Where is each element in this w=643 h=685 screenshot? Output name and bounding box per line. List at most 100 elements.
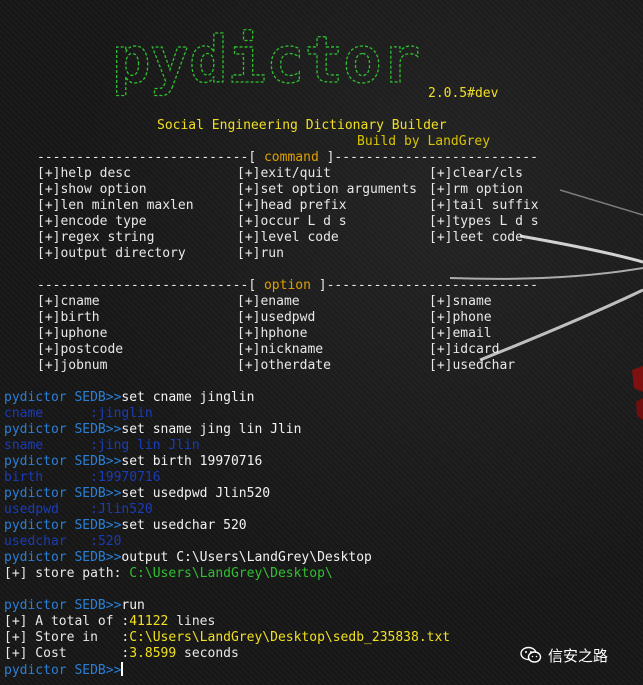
option-item: [+]usedchar xyxy=(429,358,516,373)
echo-value: jing lin Jlin xyxy=(97,438,200,453)
rule-right: ]--------------------------- xyxy=(310,278,538,293)
option-item: [+]uphone xyxy=(37,326,108,341)
total-value: 41122 xyxy=(129,614,169,629)
command-line: pydictor SEDB>>run xyxy=(4,598,145,614)
cost-label: [+] Cost : xyxy=(4,646,130,661)
option-section-header: ---------------------------[ option ]---… xyxy=(37,278,538,294)
command-line: pydictor SEDB>>set cname jinglin xyxy=(4,390,254,406)
store-path-value: C:\Users\LandGrey\Desktop\ xyxy=(129,566,333,581)
store-in-label: [+] Store in : xyxy=(4,630,130,645)
store-path-label: [+] store path: xyxy=(4,566,130,581)
echo-sep: : xyxy=(43,438,98,453)
command-line: pydictor SEDB>>set sname jing lin Jlin xyxy=(4,422,301,438)
banner-author: Build by LandGrey xyxy=(357,134,491,149)
echo-value: Jlin520 xyxy=(97,502,153,517)
command-item: [+]encode type xyxy=(37,214,147,229)
command-item: [+]output directory xyxy=(37,246,186,261)
echo-sep: : xyxy=(66,534,98,549)
command-item: [+]show option xyxy=(37,182,147,197)
command-line: pydictor SEDB>>set birth 19970716 xyxy=(4,454,262,470)
cost-unit: seconds xyxy=(176,646,239,661)
option-item: [+]cname xyxy=(37,294,100,309)
command-text: run xyxy=(121,598,145,613)
prompt: pydictor SEDB>> xyxy=(4,518,122,533)
prompt: pydictor SEDB>> xyxy=(4,454,122,469)
cost-value: 3.8599 xyxy=(129,646,177,661)
command-item: [+]head prefix xyxy=(237,198,347,213)
text-cursor xyxy=(121,662,124,676)
prompt: pydictor SEDB>> xyxy=(4,390,122,405)
command-text: set birth 19970716 xyxy=(121,454,263,469)
prompt: pydictor SEDB>> xyxy=(4,550,122,565)
store-in-value: C:\Users\LandGrey\Desktop\sedb_235838.tx… xyxy=(129,630,451,645)
echo-sep: : xyxy=(43,470,98,485)
option-item: [+]hphone xyxy=(237,326,308,341)
cost-line: [+] Cost :3.8599 seconds xyxy=(4,646,239,662)
echo-line: usedpwd :Jlin520 xyxy=(4,502,153,518)
command-item: [+]len minlen maxlen xyxy=(37,198,194,213)
echo-line: usedchar :520 xyxy=(4,534,121,550)
option-item: [+]ename xyxy=(237,294,300,309)
echo-line: cname :jinglin xyxy=(4,406,153,422)
echo-key: usedpwd xyxy=(4,502,59,517)
command-item: [+]tail suffix xyxy=(429,198,539,213)
command-header-label: command xyxy=(263,150,319,165)
command-text: set sname jing lin Jlin xyxy=(121,422,302,437)
command-item: [+]level code xyxy=(237,230,339,245)
command-line: pydictor SEDB>>set usedpwd Jlin520 xyxy=(4,486,270,502)
command-line: pydictor SEDB>>set usedchar 520 xyxy=(4,518,247,534)
command-item: [+]exit/quit xyxy=(237,166,331,181)
echo-line: birth :19970716 xyxy=(4,470,161,486)
watermark: 信安之路 xyxy=(520,643,608,667)
command-text: set usedchar 520 xyxy=(121,518,247,533)
total-label: [+] A total of : xyxy=(4,614,130,629)
echo-key: usedchar xyxy=(4,534,67,549)
option-item: [+]jobnum xyxy=(37,358,108,373)
option-item: [+]sname xyxy=(429,294,492,309)
terminal-window[interactable]: pydictor 2.0.5#dev Social Engineering Di… xyxy=(0,0,643,685)
prompt: pydictor SEDB>> xyxy=(4,598,122,613)
command-section-header: ---------------------------[ command ]--… xyxy=(37,150,538,166)
echo-sep: : xyxy=(58,502,98,517)
prompt: pydictor SEDB>> xyxy=(4,486,122,501)
command-text: set usedpwd Jlin520 xyxy=(121,486,271,501)
echo-key: sname xyxy=(4,438,44,453)
command-item: [+]regex string xyxy=(37,230,155,245)
option-item: [+]nickname xyxy=(237,342,324,357)
command-item: [+]help desc xyxy=(37,166,131,181)
echo-value: jinglin xyxy=(97,406,153,421)
command-text: output C:\Users\LandGrey\Desktop xyxy=(121,550,372,565)
total-unit: lines xyxy=(168,614,216,629)
echo-key: cname xyxy=(4,406,44,421)
wechat-icon xyxy=(520,646,542,663)
option-header-label: option xyxy=(263,278,311,293)
active-prompt-line[interactable]: pydictor SEDB>> xyxy=(4,662,124,679)
rule-left: ---------------------------[ xyxy=(37,278,264,293)
command-item: [+]rm option xyxy=(429,182,523,197)
command-line: pydictor SEDB>>output C:\Users\LandGrey\… xyxy=(4,550,372,566)
option-item: [+]otherdate xyxy=(237,358,331,373)
option-item: [+]usedpwd xyxy=(237,310,316,325)
banner-title: Social Engineering Dictionary Builder xyxy=(157,118,447,133)
echo-line: sname :jing lin Jlin xyxy=(4,438,200,454)
command-item: [+]types L d s xyxy=(429,214,539,229)
prompt: pydictor SEDB>> xyxy=(4,422,122,437)
command-item: [+]set option arguments xyxy=(237,182,418,197)
rule-right: ]-------------------------- xyxy=(318,150,538,165)
option-item: [+]idcard xyxy=(429,342,500,357)
option-item: [+]email xyxy=(429,326,492,341)
pydictor-logo: pydictor xyxy=(111,24,421,99)
prompt: pydictor SEDB>> xyxy=(4,663,122,678)
echo-key: birth xyxy=(4,470,44,485)
store-in-line: [+] Store in :C:\Users\LandGrey\Desktop\… xyxy=(4,630,450,646)
echo-value: 19970716 xyxy=(97,470,161,485)
command-item: [+]occur L d s xyxy=(237,214,347,229)
watermark-text: 信安之路 xyxy=(548,646,609,665)
echo-value: 520 xyxy=(97,534,122,549)
rule-left: ---------------------------[ xyxy=(37,150,264,165)
command-item: [+]leet code xyxy=(429,230,523,245)
option-item: [+]phone xyxy=(429,310,492,325)
option-item: [+]birth xyxy=(37,310,100,325)
logo-text: pydictor xyxy=(112,24,420,98)
store-path-line: [+] store path: C:\Users\LandGrey\Deskto… xyxy=(4,566,333,582)
